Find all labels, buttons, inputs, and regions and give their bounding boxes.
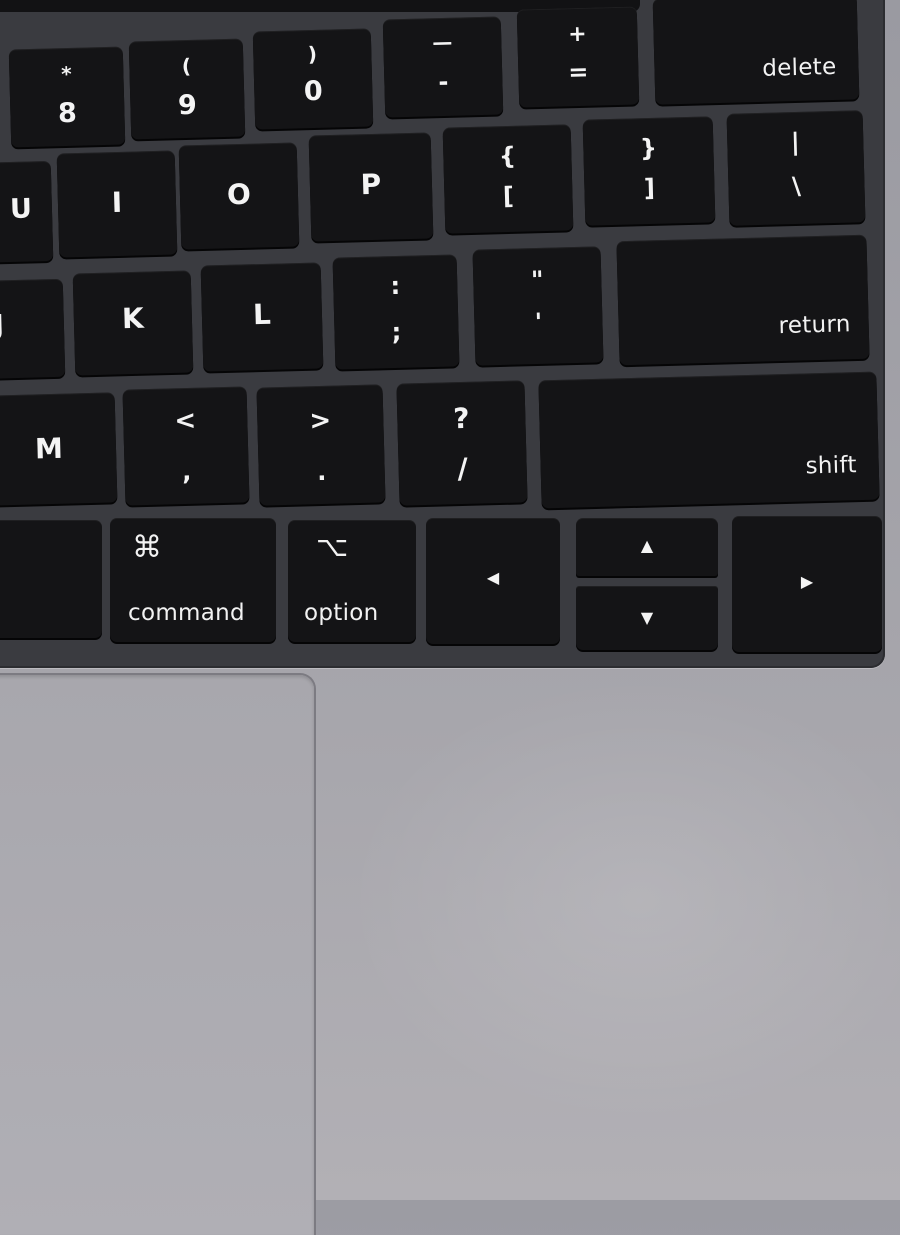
key-shift-label: shift bbox=[805, 452, 858, 480]
key-quote-top: " bbox=[530, 265, 544, 295]
key-period-top: > bbox=[309, 405, 332, 437]
key-9-top: ( bbox=[181, 53, 192, 79]
key-o-label: O bbox=[226, 177, 252, 212]
key-8-bottom: 8 bbox=[57, 97, 78, 130]
key-k-label: K bbox=[121, 301, 145, 336]
key-backslash[interactable]: | \ bbox=[726, 110, 866, 226]
key-period-bottom: . bbox=[316, 457, 327, 487]
key-arrow-left[interactable]: ◀ bbox=[426, 518, 560, 644]
key-0[interactable]: ) 0 bbox=[252, 28, 374, 130]
key-minus-bottom: - bbox=[438, 67, 449, 97]
key-command-label: command bbox=[128, 600, 245, 626]
key-command[interactable]: ⌘ command bbox=[110, 518, 276, 642]
key-8-top: * bbox=[60, 61, 72, 87]
key-9[interactable]: ( 9 bbox=[128, 38, 246, 140]
key-left-bracket-top: { bbox=[498, 141, 517, 171]
key-u-label: U bbox=[9, 193, 33, 226]
key-slash-bottom: / bbox=[457, 451, 469, 486]
key-semicolon-bottom: ; bbox=[391, 317, 402, 347]
key-slash[interactable]: ? / bbox=[396, 380, 528, 506]
key-slash-top: ? bbox=[452, 401, 470, 436]
key-p[interactable]: P bbox=[308, 132, 434, 242]
key-m-label: M bbox=[34, 431, 64, 466]
arrow-left-icon: ◀ bbox=[486, 568, 500, 587]
key-i-label: I bbox=[111, 185, 123, 220]
key-left-bracket-bottom: [ bbox=[502, 181, 515, 211]
key-o[interactable]: O bbox=[178, 142, 300, 250]
key-shift[interactable]: shift bbox=[538, 371, 880, 509]
key-semicolon[interactable]: : ; bbox=[332, 254, 460, 370]
key-semicolon-top: : bbox=[390, 271, 401, 301]
key-m[interactable]: M bbox=[0, 392, 118, 506]
key-quote-bottom: ' bbox=[534, 307, 543, 337]
option-icon: ⌥ bbox=[316, 530, 349, 563]
key-comma-bottom: , bbox=[181, 457, 192, 487]
key-fn-partial[interactable] bbox=[0, 520, 102, 638]
key-arrow-up[interactable]: ▲ bbox=[576, 518, 718, 576]
key-equals[interactable]: + = bbox=[516, 6, 640, 108]
laptop-palm-rest: ☆ * 8 ( 9 ) 0 — - + = delete U I O P { [… bbox=[0, 0, 900, 1235]
key-j-label: J bbox=[0, 308, 5, 342]
key-option[interactable]: ⌥ option bbox=[288, 520, 416, 642]
arrow-right-icon: ▶ bbox=[800, 572, 814, 591]
star-icon[interactable]: ☆ bbox=[70, 0, 86, 1]
key-left-bracket[interactable]: { [ bbox=[442, 124, 574, 234]
key-delete[interactable]: delete bbox=[652, 0, 860, 105]
key-0-top: ) bbox=[307, 41, 318, 67]
key-k[interactable]: K bbox=[72, 270, 194, 376]
key-period[interactable]: > . bbox=[256, 384, 386, 506]
key-l-label: L bbox=[252, 297, 272, 332]
key-9-bottom: 9 bbox=[177, 89, 198, 122]
arrow-up-icon: ▲ bbox=[640, 536, 654, 555]
key-return[interactable]: return bbox=[616, 234, 870, 366]
key-i[interactable]: I bbox=[56, 150, 178, 258]
key-0-bottom: 0 bbox=[303, 75, 324, 108]
key-backslash-bottom: \ bbox=[791, 171, 802, 201]
key-minus-top: — bbox=[432, 29, 453, 55]
arrow-down-icon: ▼ bbox=[640, 608, 654, 627]
key-l[interactable]: L bbox=[200, 262, 324, 372]
key-return-label: return bbox=[778, 311, 852, 340]
key-quote[interactable]: " ' bbox=[472, 246, 604, 366]
key-j[interactable]: J bbox=[0, 278, 66, 380]
key-p-label: P bbox=[360, 167, 382, 202]
key-8[interactable]: * 8 bbox=[8, 46, 126, 148]
key-arrow-down[interactable]: ▼ bbox=[576, 586, 718, 650]
key-minus[interactable]: — - bbox=[382, 16, 504, 118]
key-right-bracket[interactable]: } ] bbox=[582, 116, 716, 226]
key-comma-top: < bbox=[174, 405, 197, 437]
key-arrow-right[interactable]: ▶ bbox=[732, 516, 882, 652]
key-u[interactable]: U bbox=[0, 160, 54, 264]
command-icon: ⌘ bbox=[132, 530, 162, 565]
key-equals-bottom: = bbox=[567, 57, 589, 87]
key-backslash-top: | bbox=[790, 127, 801, 157]
key-right-bracket-bottom: ] bbox=[643, 173, 656, 203]
key-option-label: option bbox=[304, 600, 379, 626]
key-comma[interactable]: < , bbox=[122, 386, 250, 506]
key-right-bracket-top: } bbox=[639, 133, 658, 163]
trackpad[interactable] bbox=[0, 675, 314, 1235]
key-equals-top: + bbox=[567, 21, 587, 48]
key-delete-label: delete bbox=[761, 53, 837, 82]
